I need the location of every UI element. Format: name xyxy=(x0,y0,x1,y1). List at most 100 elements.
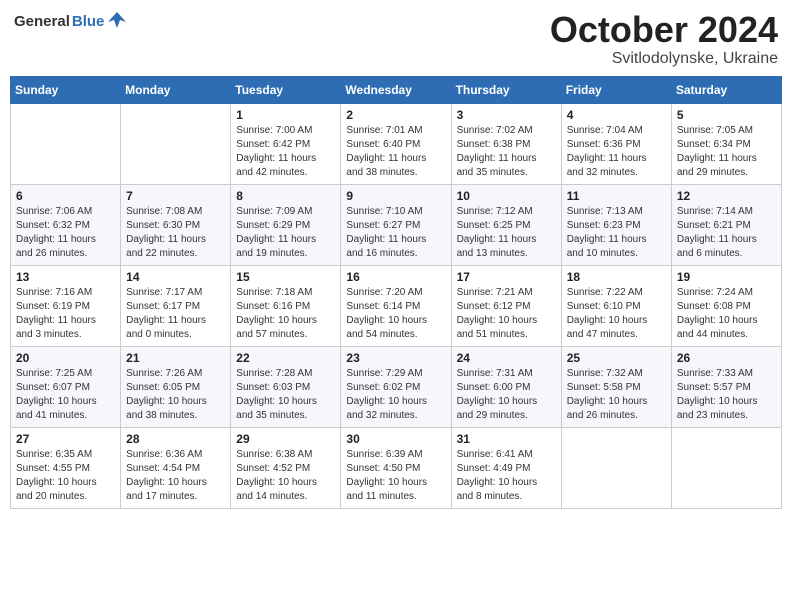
day-number: 19 xyxy=(677,270,776,284)
day-number: 26 xyxy=(677,351,776,365)
day-info: Sunrise: 6:38 AM Sunset: 4:52 PM Dayligh… xyxy=(236,448,335,504)
day-info: Sunrise: 7:09 AM Sunset: 6:29 PM Dayligh… xyxy=(236,205,335,261)
day-number: 2 xyxy=(346,108,445,122)
day-number: 10 xyxy=(457,189,556,203)
calendar-cell: 30Sunrise: 6:39 AM Sunset: 4:50 PM Dayli… xyxy=(341,427,451,508)
calendar-cell: 20 Sunrise: 7:25 AM Sunset: 6:07 PM Dayli… xyxy=(11,346,121,427)
logo-text-general: General xyxy=(14,13,70,30)
logo-bird-icon xyxy=(106,10,128,32)
day-number: 9 xyxy=(346,189,445,203)
calendar-cell: 5 Sunrise: 7:05 AM Sunset: 6:34 PM Daylig… xyxy=(671,103,781,184)
calendar-cell: 10Sunrise: 7:12 AM Sunset: 6:25 PM Dayli… xyxy=(451,184,561,265)
day-number: 29 xyxy=(236,432,335,446)
calendar-table: SundayMondayTuesdayWednesdayThursdayFrid… xyxy=(10,76,782,509)
day-of-week-header: Wednesday xyxy=(341,76,451,103)
day-number: 6 xyxy=(16,189,115,203)
calendar-cell: 15 Sunrise: 7:18 AM Sunset: 6:16 PM Dayli… xyxy=(231,265,341,346)
calendar-cell: 22 Sunrise: 7:28 AM Sunset: 6:03 PM Dayli… xyxy=(231,346,341,427)
calendar-cell: 1Sunrise: 7:00 AM Sunset: 6:42 PM Daylig… xyxy=(231,103,341,184)
calendar-week-row: 20 Sunrise: 7:25 AM Sunset: 6:07 PM Dayli… xyxy=(11,346,782,427)
day-number: 20 xyxy=(16,351,115,365)
calendar-cell: 3 Sunrise: 7:02 AM Sunset: 6:38 PM Daylig… xyxy=(451,103,561,184)
calendar-cell: 8 Sunrise: 7:09 AM Sunset: 6:29 PM Daylig… xyxy=(231,184,341,265)
day-info: Sunrise: 7:24 AM Sunset: 6:08 PM Dayligh… xyxy=(677,286,776,342)
day-info: Sunrise: 7:17 AM Sunset: 6:17 PM Dayligh… xyxy=(126,286,225,342)
day-number: 8 xyxy=(236,189,335,203)
day-info: Sunrise: 7:02 AM Sunset: 6:38 PM Dayligh… xyxy=(457,124,556,180)
calendar-cell: 18 Sunrise: 7:22 AM Sunset: 6:10 PM Dayli… xyxy=(561,265,671,346)
day-number: 5 xyxy=(677,108,776,122)
day-info: Sunrise: 7:26 AM Sunset: 6:05 PM Dayligh… xyxy=(126,367,225,423)
calendar-week-row: 27 Sunrise: 6:35 AM Sunset: 4:55 PM Dayli… xyxy=(11,427,782,508)
calendar-cell: 19 Sunrise: 7:24 AM Sunset: 6:08 PM Dayli… xyxy=(671,265,781,346)
day-info: Sunrise: 7:08 AM Sunset: 6:30 PM Dayligh… xyxy=(126,205,225,261)
calendar-cell xyxy=(121,103,231,184)
day-of-week-header: Thursday xyxy=(451,76,561,103)
day-number: 28 xyxy=(126,432,225,446)
calendar-body: 1Sunrise: 7:00 AM Sunset: 6:42 PM Daylig… xyxy=(11,103,782,508)
logo-text-blue: Blue xyxy=(72,13,105,30)
calendar-header: SundayMondayTuesdayWednesdayThursdayFrid… xyxy=(11,76,782,103)
day-info: Sunrise: 7:16 AM Sunset: 6:19 PM Dayligh… xyxy=(16,286,115,342)
calendar-cell: 14Sunrise: 7:17 AM Sunset: 6:17 PM Dayli… xyxy=(121,265,231,346)
calendar-cell: 31 Sunrise: 6:41 AM Sunset: 4:49 PM Dayli… xyxy=(451,427,561,508)
logo: General Blue xyxy=(14,10,128,32)
calendar-cell: 17Sunrise: 7:21 AM Sunset: 6:12 PM Dayli… xyxy=(451,265,561,346)
day-of-week-header: Friday xyxy=(561,76,671,103)
header: General Blue October 2024 Svitlodolynske… xyxy=(10,10,782,68)
calendar-cell xyxy=(561,427,671,508)
day-of-week-header: Monday xyxy=(121,76,231,103)
calendar-cell: 21 Sunrise: 7:26 AM Sunset: 6:05 PM Dayli… xyxy=(121,346,231,427)
day-info: Sunrise: 7:28 AM Sunset: 6:03 PM Dayligh… xyxy=(236,367,335,423)
calendar-cell: 2Sunrise: 7:01 AM Sunset: 6:40 PM Daylig… xyxy=(341,103,451,184)
day-number: 27 xyxy=(16,432,115,446)
calendar-week-row: 13Sunrise: 7:16 AM Sunset: 6:19 PM Dayli… xyxy=(11,265,782,346)
day-info: Sunrise: 7:04 AM Sunset: 6:36 PM Dayligh… xyxy=(567,124,666,180)
title-area: October 2024 Svitlodolynske, Ukraine xyxy=(550,10,778,68)
logo-icon: General Blue xyxy=(14,10,128,32)
day-number: 25 xyxy=(567,351,666,365)
calendar-cell: 27 Sunrise: 6:35 AM Sunset: 4:55 PM Dayli… xyxy=(11,427,121,508)
calendar-cell: 26Sunrise: 7:33 AM Sunset: 5:57 PM Dayli… xyxy=(671,346,781,427)
subtitle: Svitlodolynske, Ukraine xyxy=(550,50,778,68)
calendar-cell xyxy=(11,103,121,184)
day-info: Sunrise: 7:32 AM Sunset: 5:58 PM Dayligh… xyxy=(567,367,666,423)
days-of-week-row: SundayMondayTuesdayWednesdayThursdayFrid… xyxy=(11,76,782,103)
day-info: Sunrise: 7:00 AM Sunset: 6:42 PM Dayligh… xyxy=(236,124,335,180)
day-number: 4 xyxy=(567,108,666,122)
day-info: Sunrise: 7:18 AM Sunset: 6:16 PM Dayligh… xyxy=(236,286,335,342)
calendar-cell: 6Sunrise: 7:06 AM Sunset: 6:32 PM Daylig… xyxy=(11,184,121,265)
day-number: 23 xyxy=(346,351,445,365)
day-info: Sunrise: 6:39 AM Sunset: 4:50 PM Dayligh… xyxy=(346,448,445,504)
day-of-week-header: Tuesday xyxy=(231,76,341,103)
day-of-week-header: Sunday xyxy=(11,76,121,103)
day-number: 22 xyxy=(236,351,335,365)
day-info: Sunrise: 7:10 AM Sunset: 6:27 PM Dayligh… xyxy=(346,205,445,261)
day-info: Sunrise: 7:05 AM Sunset: 6:34 PM Dayligh… xyxy=(677,124,776,180)
day-number: 7 xyxy=(126,189,225,203)
calendar-cell: 28Sunrise: 6:36 AM Sunset: 4:54 PM Dayli… xyxy=(121,427,231,508)
day-of-week-header: Saturday xyxy=(671,76,781,103)
calendar-cell: 7 Sunrise: 7:08 AM Sunset: 6:30 PM Daylig… xyxy=(121,184,231,265)
day-info: Sunrise: 7:20 AM Sunset: 6:14 PM Dayligh… xyxy=(346,286,445,342)
day-number: 18 xyxy=(567,270,666,284)
day-number: 31 xyxy=(457,432,556,446)
day-info: Sunrise: 7:22 AM Sunset: 6:10 PM Dayligh… xyxy=(567,286,666,342)
day-number: 21 xyxy=(126,351,225,365)
day-number: 24 xyxy=(457,351,556,365)
calendar-cell: 29 Sunrise: 6:38 AM Sunset: 4:52 PM Dayli… xyxy=(231,427,341,508)
day-info: Sunrise: 7:31 AM Sunset: 6:00 PM Dayligh… xyxy=(457,367,556,423)
day-number: 3 xyxy=(457,108,556,122)
calendar-week-row: 6Sunrise: 7:06 AM Sunset: 6:32 PM Daylig… xyxy=(11,184,782,265)
day-number: 15 xyxy=(236,270,335,284)
calendar-cell: 13Sunrise: 7:16 AM Sunset: 6:19 PM Dayli… xyxy=(11,265,121,346)
calendar-cell: 24 Sunrise: 7:31 AM Sunset: 6:00 PM Dayli… xyxy=(451,346,561,427)
day-info: Sunrise: 7:14 AM Sunset: 6:21 PM Dayligh… xyxy=(677,205,776,261)
day-info: Sunrise: 7:29 AM Sunset: 6:02 PM Dayligh… xyxy=(346,367,445,423)
day-number: 16 xyxy=(346,270,445,284)
day-info: Sunrise: 7:25 AM Sunset: 6:07 PM Dayligh… xyxy=(16,367,115,423)
day-info: Sunrise: 6:35 AM Sunset: 4:55 PM Dayligh… xyxy=(16,448,115,504)
calendar-cell: 9 Sunrise: 7:10 AM Sunset: 6:27 PM Daylig… xyxy=(341,184,451,265)
day-info: Sunrise: 7:13 AM Sunset: 6:23 PM Dayligh… xyxy=(567,205,666,261)
day-info: Sunrise: 6:41 AM Sunset: 4:49 PM Dayligh… xyxy=(457,448,556,504)
